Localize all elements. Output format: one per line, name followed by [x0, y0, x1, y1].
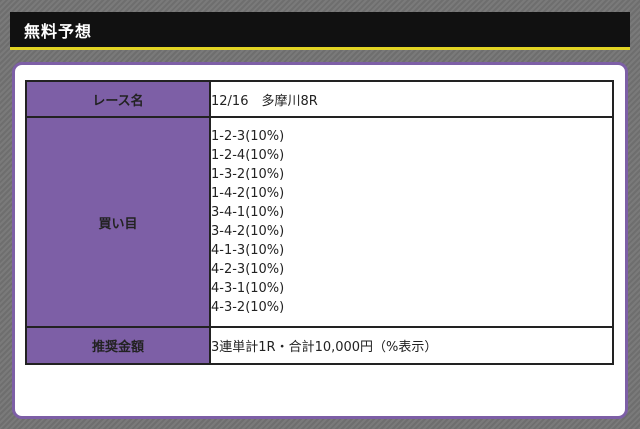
bets-label: 買い目 [25, 116, 211, 328]
bet-item: 1-4-2(10%) [211, 186, 285, 201]
race-name-label: レース名 [25, 80, 211, 118]
table-row-race: レース名 12/16 多摩川8R [25, 80, 614, 118]
recommended-amount-label: 推奨金額 [25, 326, 211, 365]
bet-item: 4-2-3(10%) [211, 262, 285, 277]
bet-item: 3-4-1(10%) [211, 205, 285, 220]
prediction-panel: レース名 12/16 多摩川8R 買い目 1-2-3(10%) 1-2-4(10… [12, 62, 628, 419]
bets-value: 1-2-3(10%) 1-2-4(10%) 1-3-2(10%) 1-4-2(1… [209, 116, 614, 328]
bet-item: 4-1-3(10%) [211, 243, 285, 258]
bet-item: 3-4-2(10%) [211, 224, 285, 239]
bet-item: 1-3-2(10%) [211, 167, 285, 182]
recommended-amount-value: 3連単計1R・合計10,000円（%表示） [209, 326, 614, 365]
table-row-bets: 買い目 1-2-3(10%) 1-2-4(10%) 1-3-2(10%) 1-4… [25, 116, 614, 328]
bets-list: 1-2-3(10%) 1-2-4(10%) 1-3-2(10%) 1-4-2(1… [211, 121, 612, 323]
bet-item: 4-3-2(10%) [211, 300, 285, 315]
table-row-amount: 推奨金額 3連単計1R・合計10,000円（%表示） [25, 326, 614, 365]
bet-item: 1-2-3(10%) [211, 129, 285, 144]
prediction-table: レース名 12/16 多摩川8R 買い目 1-2-3(10%) 1-2-4(10… [25, 80, 614, 365]
section-header: 無料予想 [10, 12, 630, 50]
bet-item: 4-3-1(10%) [211, 281, 285, 296]
race-name-value: 12/16 多摩川8R [209, 80, 614, 118]
section-title: 無料予想 [24, 22, 93, 41]
bet-item: 1-2-4(10%) [211, 148, 285, 163]
